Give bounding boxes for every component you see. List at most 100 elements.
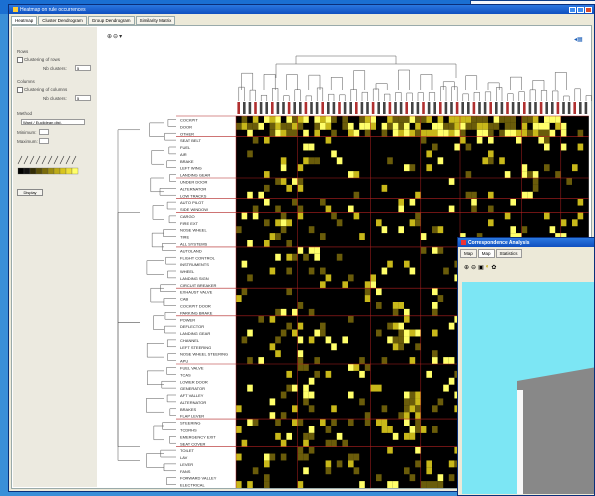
tab-similarity-matrix[interactable]: Similarity Matrix — [135, 16, 176, 25]
heatmap-cell — [348, 129, 354, 137]
heatmap-cell — [297, 212, 304, 220]
heatmap-cell — [471, 198, 477, 206]
heatmap-cell — [331, 116, 337, 123]
heatmap-cell — [432, 350, 438, 358]
minimize-button[interactable] — [569, 6, 576, 13]
heatmap-cell — [325, 426, 332, 433]
heatmap-cell — [308, 336, 315, 344]
heatmap-cell — [331, 150, 337, 158]
heatmap-cell — [471, 191, 477, 199]
heatmap-cell — [387, 122, 393, 130]
column-label-mark — [579, 102, 582, 114]
heatmap-cell — [398, 226, 404, 234]
heatmap-cell — [426, 129, 432, 137]
heatmap-cell — [297, 336, 304, 344]
heatmap-cell — [252, 419, 259, 426]
column-label-mark — [271, 102, 274, 114]
heatmap-cell — [488, 136, 494, 144]
close-button[interactable] — [585, 6, 592, 13]
heatmap-cell — [426, 150, 432, 158]
row-label: LOWER DOOR — [180, 379, 208, 384]
heatmap-cell — [376, 474, 382, 482]
heatmap-cell — [426, 116, 432, 123]
ca-tab-map-1[interactable]: Map — [460, 249, 477, 258]
heatmap-cell — [560, 143, 567, 151]
row-label: LANDING GEAR — [180, 331, 210, 336]
heatmap-cell — [353, 191, 360, 199]
heatmap-cell — [370, 384, 376, 392]
ca-zoom-in-icon[interactable]: ⊕ — [464, 264, 469, 271]
heatmap-cell — [426, 164, 432, 172]
heatmap-cell — [544, 164, 550, 172]
heatmap-cell — [325, 439, 332, 447]
heatmap-cell — [381, 129, 388, 137]
heatmap-cell — [516, 136, 522, 144]
heatmap-cell — [409, 116, 416, 123]
heatmap-cell — [398, 116, 404, 123]
row-dendrogram — [117, 119, 176, 485]
row-label: LANDING SIGN — [180, 276, 209, 281]
ca-map-plot[interactable] — [462, 282, 594, 494]
heatmap-cell — [275, 129, 281, 137]
heatmap-cell — [275, 122, 281, 130]
heatmap-cell — [404, 116, 410, 123]
heatmap-cell — [325, 460, 332, 468]
heatmap-cell — [432, 288, 438, 296]
ca-tab-map-2[interactable]: Map — [477, 249, 495, 258]
heatmap-cell — [275, 419, 281, 426]
row-label: OTHER — [180, 131, 194, 136]
column-labels — [237, 102, 588, 114]
tab-group-dendrogram[interactable]: Group Dendrogram — [87, 16, 135, 25]
ca-rotate-icon[interactable]: ✿ — [491, 264, 496, 271]
heatmap-cell — [499, 157, 505, 165]
heatmap-cell — [236, 226, 242, 234]
heatmap-cell — [476, 129, 483, 137]
heatmap-cell — [336, 253, 343, 261]
heatmap-cell — [269, 267, 276, 275]
heatmap-cell — [465, 122, 472, 130]
row-label: EXHAUST VALVE — [180, 290, 213, 295]
heatmap-cell — [370, 281, 376, 289]
heatmap-cell — [504, 171, 511, 178]
heatmap-cell — [471, 116, 477, 123]
ca-titlebar[interactable]: Correspondence Analysis — [458, 238, 594, 247]
column-label-mark — [584, 102, 588, 114]
heatmap-cell — [303, 467, 309, 475]
heatmap-cell — [404, 329, 410, 337]
row-label: FLAP LEVER — [180, 414, 204, 419]
heatmap-cell — [432, 357, 438, 364]
heatmap-cell — [348, 391, 354, 399]
row-label: DEFLECTOR — [180, 324, 204, 329]
heatmap-cell — [269, 233, 276, 240]
heatmap-cell — [437, 481, 444, 488]
heatmap-cell — [353, 171, 360, 178]
heatmap-cell — [314, 370, 320, 378]
heatmap-cell — [471, 205, 477, 213]
row-label: BRAKE — [180, 159, 194, 164]
heatmap-cell — [275, 219, 281, 227]
tab-heatmap[interactable]: Heatmap — [11, 16, 38, 25]
heatmap-cell — [275, 205, 281, 213]
tab-cluster-dendrogram[interactable]: Cluster Dendrogram — [38, 16, 87, 25]
ca-zoom-out-icon[interactable]: ⊖ — [471, 264, 476, 271]
heatmap-cell — [404, 315, 410, 323]
row-label: APU — [180, 359, 188, 364]
column-label-mark — [276, 102, 280, 114]
heatmap-cell — [297, 184, 304, 192]
column-label-mark — [551, 102, 554, 114]
heatmap-cell — [308, 267, 315, 275]
heatmap-cell — [460, 122, 466, 130]
row-label: BRAKES — [180, 407, 197, 412]
window-titlebar[interactable]: Heatmap on rule occurrences — [9, 5, 594, 14]
heatmap-cell — [420, 426, 427, 433]
heatmap-cell — [364, 129, 371, 137]
maximize-button[interactable] — [577, 6, 584, 13]
ca-select-icon[interactable]: ◐ — [486, 264, 490, 271]
row-label: LEFT STEERING — [180, 345, 211, 350]
heatmap-cell — [269, 122, 276, 130]
heatmap-cell — [297, 357, 304, 364]
ca-fit-icon[interactable]: ▣ — [478, 264, 484, 271]
heatmap-cell — [443, 357, 449, 364]
ca-tab-statistics[interactable]: Statistics — [495, 249, 522, 258]
heatmap-cell — [415, 426, 421, 433]
